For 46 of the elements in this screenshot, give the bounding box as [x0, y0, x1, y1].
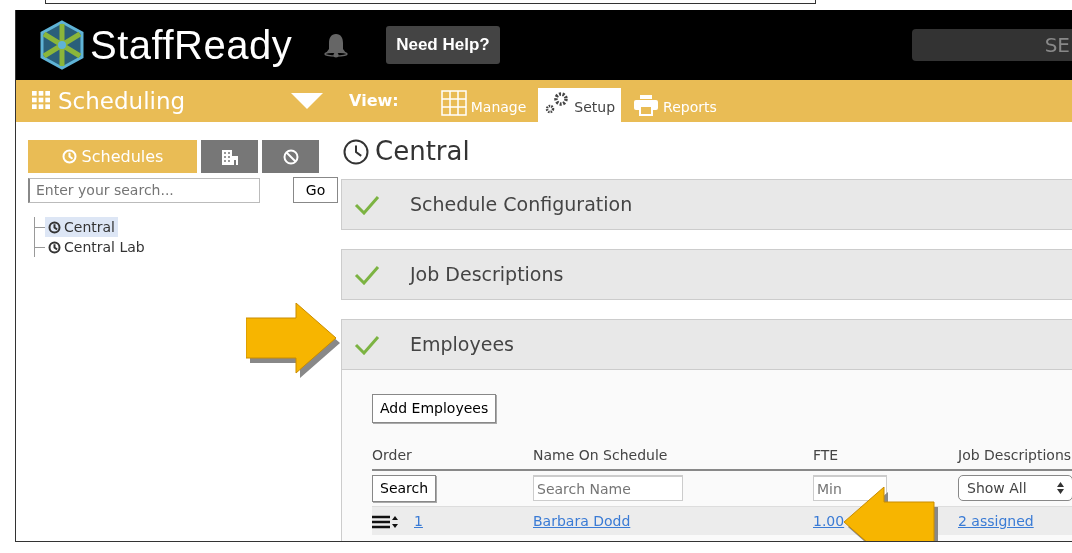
help-button[interactable]: Need Help? [386, 26, 500, 64]
page-title: Central [375, 135, 470, 168]
go-button[interactable]: Go [293, 177, 338, 203]
clock-icon [61, 149, 77, 164]
tree-item[interactable]: Central Lab [45, 237, 148, 257]
sidebar-tab[interactable] [201, 140, 258, 173]
global-search-field[interactable]: SE [912, 29, 1072, 61]
checkmark-icon [354, 334, 380, 355]
checkmark-icon [354, 264, 380, 285]
tree-item[interactable]: Central [45, 217, 118, 237]
schedule-search-field[interactable]: Enter your search... [28, 177, 260, 203]
section-header[interactable]: Schedule Configuration [341, 179, 1072, 230]
apps-grid-icon [32, 91, 52, 111]
column-header: FTE [813, 445, 958, 471]
name-search-field[interactable]: Search Name [533, 475, 683, 501]
logo-text: StaffReady [90, 22, 293, 69]
clock-icon [48, 240, 61, 254]
building-icon [220, 148, 239, 165]
sidebar-tab[interactable] [262, 140, 319, 173]
section-header[interactable]: Job Descriptions [341, 249, 1072, 300]
column-header: Job Descriptions [958, 445, 1072, 471]
gears-icon [544, 90, 571, 116]
search-button[interactable]: Search [372, 475, 437, 502]
printer-icon [633, 94, 660, 116]
view-label: View: [349, 90, 399, 112]
column-header: Order [372, 445, 533, 471]
logo-icon [40, 20, 84, 70]
fte-min-field[interactable]: Min [813, 475, 887, 501]
clock-icon [343, 138, 369, 165]
grid-icon [440, 90, 467, 116]
employee-name-link[interactable]: Barbara Dodd [533, 513, 631, 529]
arrow-icon [246, 303, 342, 379]
order-link[interactable]: 1 [414, 511, 423, 532]
arrow-icon [844, 487, 940, 541]
add-employees-button[interactable]: Add Employees [372, 394, 497, 423]
view-tab[interactable]: Setup [538, 88, 622, 122]
column-header: Name On Schedule [533, 445, 813, 471]
fte-link[interactable]: 1.00 [813, 513, 845, 529]
job-filter-select[interactable]: Show All [958, 475, 1072, 501]
sort-arrows-icon [1057, 482, 1064, 494]
section-header[interactable]: Employees [341, 319, 1072, 370]
drag-handle-icon[interactable] [372, 514, 398, 529]
checkmark-icon [354, 194, 380, 215]
ban-icon [282, 148, 299, 165]
clock-icon [48, 220, 61, 234]
module-title: Scheduling [58, 86, 186, 116]
